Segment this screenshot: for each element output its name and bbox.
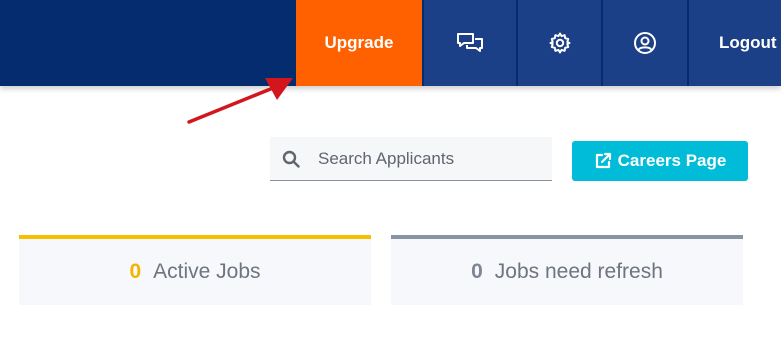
- active-jobs-label: Active Jobs: [153, 260, 261, 283]
- jobs-need-refresh-label: Jobs need refresh: [494, 260, 663, 283]
- user-circle-icon: [634, 32, 656, 54]
- gear-icon: [549, 32, 570, 54]
- active-jobs-card[interactable]: 0 Active Jobs: [19, 235, 371, 305]
- logout-label: Logout: [719, 33, 777, 52]
- logout-button[interactable]: Logout: [689, 0, 781, 86]
- search-applicants-input[interactable]: [318, 137, 548, 180]
- profile-button[interactable]: [603, 0, 687, 86]
- messages-button[interactable]: [424, 0, 516, 86]
- upgrade-label: Upgrade: [324, 33, 394, 52]
- active-jobs-count: 0: [129, 260, 142, 283]
- settings-button[interactable]: [518, 0, 601, 86]
- chat-icon: [457, 33, 483, 52]
- top-navigation-bar: Upgrade Logout: [0, 0, 781, 86]
- search-box: [270, 137, 552, 181]
- upgrade-button[interactable]: Upgrade: [296, 0, 422, 86]
- annotation-arrow: [187, 78, 293, 124]
- careers-page-label: Careers Page: [617, 151, 727, 170]
- jobs-need-refresh-count: 0: [471, 260, 483, 283]
- jobs-need-refresh-card[interactable]: 0 Jobs need refresh: [391, 235, 743, 305]
- external-link-icon: [595, 152, 611, 169]
- careers-page-button[interactable]: Careers Page: [572, 141, 748, 181]
- search-icon: [282, 150, 300, 168]
